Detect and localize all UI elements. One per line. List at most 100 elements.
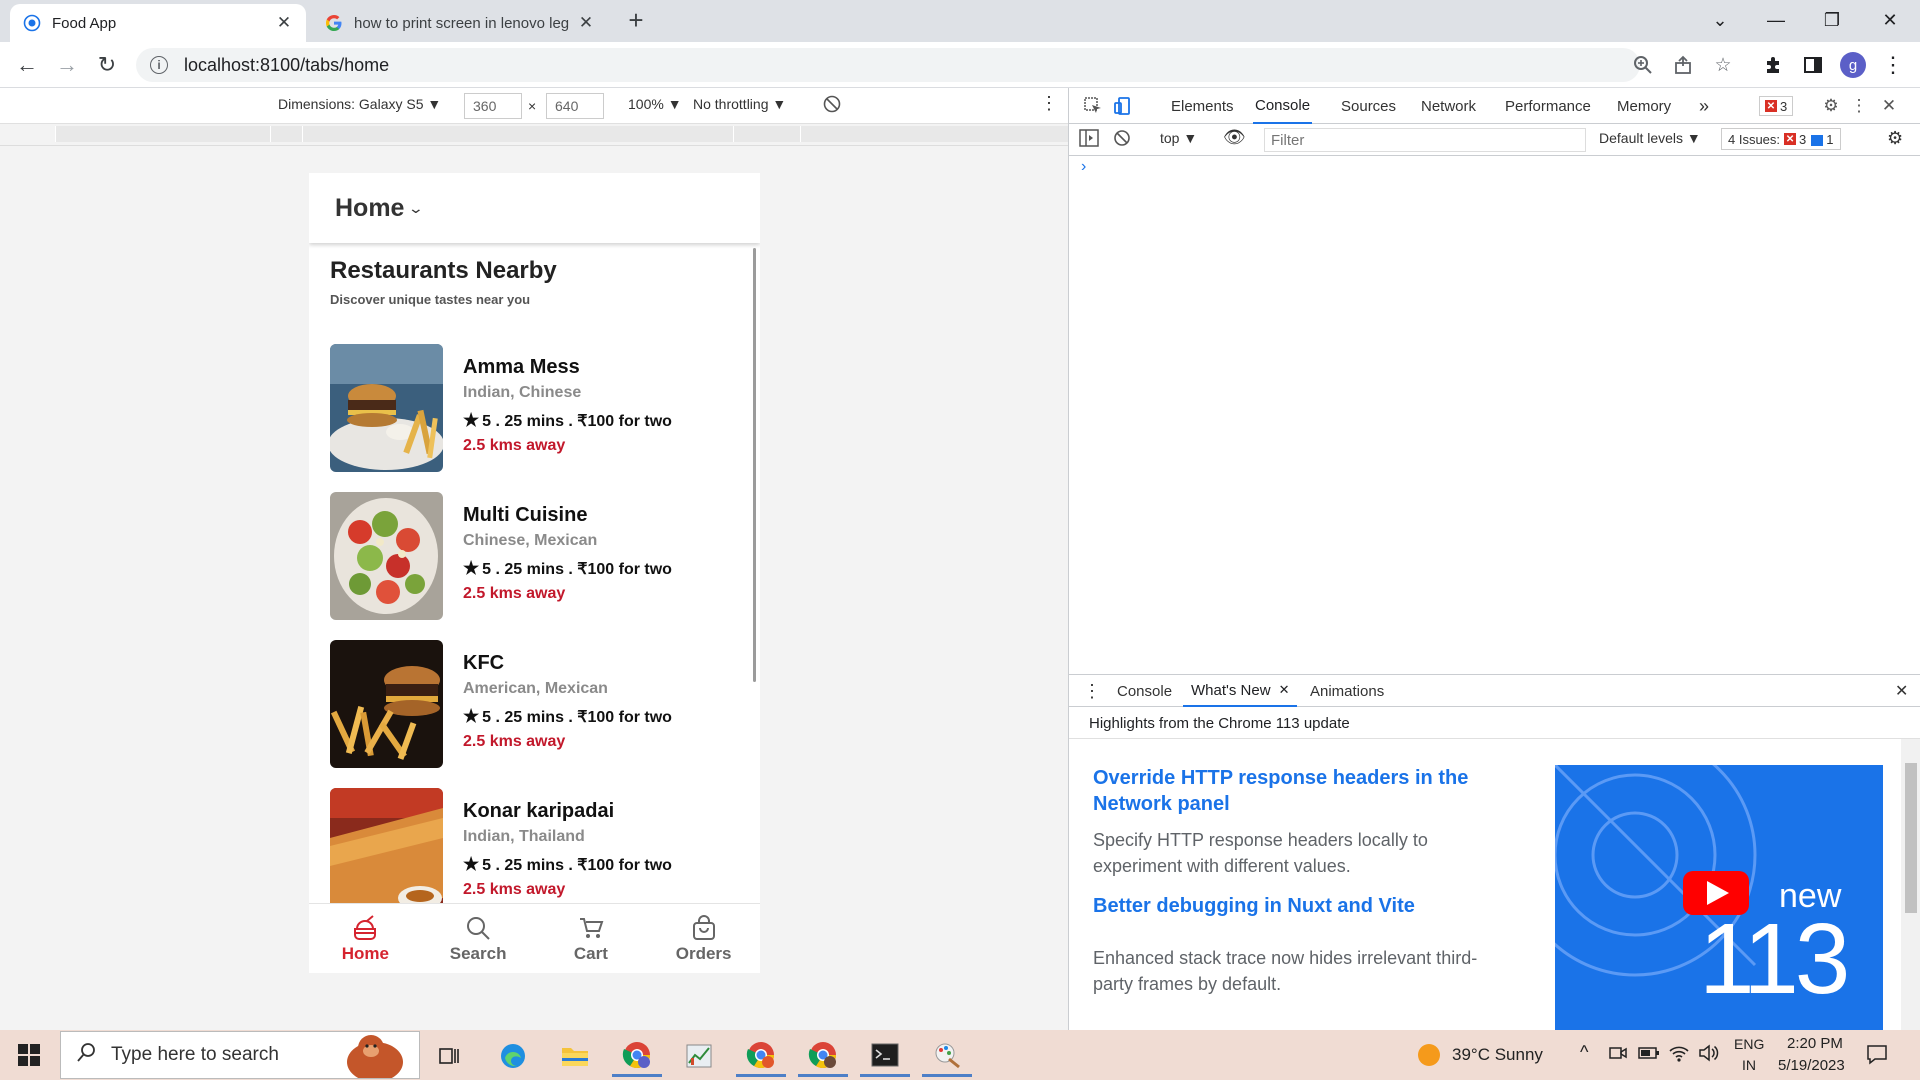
- devtools-tab-elements[interactable]: Elements: [1171, 88, 1234, 124]
- side-panel-icon[interactable]: [1796, 48, 1830, 82]
- close-devtools-icon[interactable]: ✕: [1877, 94, 1901, 118]
- rotate-icon[interactable]: [822, 94, 842, 117]
- clear-console-icon[interactable]: [1113, 129, 1131, 151]
- share-icon[interactable]: [1666, 48, 1700, 82]
- scrollbar[interactable]: [753, 248, 756, 682]
- devtools-tab-performance[interactable]: Performance: [1505, 88, 1591, 124]
- browser-toolbar: ← → ↻ i localhost:8100/tabs/home ☆ g ⋮: [0, 42, 1920, 88]
- sidebar-toggle-icon[interactable]: [1079, 129, 1099, 151]
- feature-link[interactable]: Better debugging in Nuxt and Vite: [1093, 893, 1513, 919]
- search-icon: [77, 1042, 97, 1068]
- taskbar-search-box[interactable]: Type here to search: [60, 1031, 420, 1082]
- issues-button[interactable]: 4 Issues: ✕ 3 1: [1721, 128, 1841, 150]
- throttling-select[interactable]: No throttling ▼: [693, 96, 786, 112]
- clock-time[interactable]: 2:20 PM: [1787, 1035, 1843, 1052]
- inspect-element-icon[interactable]: [1081, 94, 1105, 118]
- terminal-icon[interactable]: [860, 1035, 910, 1077]
- chrome-menu-icon[interactable]: ⋮: [1876, 48, 1910, 82]
- restaurant-list[interactable]: Restaurants Nearby Discover unique taste…: [309, 243, 760, 903]
- file-explorer-icon[interactable]: [550, 1035, 600, 1077]
- width-input[interactable]: [464, 93, 522, 119]
- restaurant-card[interactable]: Konar karipadai Indian, Thailand ★ 5 . 2…: [330, 788, 750, 903]
- console-prompt[interactable]: ›: [1081, 158, 1086, 176]
- devtools-tab-console[interactable]: Console: [1253, 88, 1313, 124]
- error-count-badge[interactable]: ✕ 3: [1759, 96, 1794, 116]
- battery-icon[interactable]: [1638, 1044, 1660, 1067]
- profile-avatar[interactable]: g: [1836, 48, 1870, 82]
- page-title[interactable]: Home: [335, 194, 404, 223]
- device-more-icon[interactable]: ⋮: [1040, 93, 1058, 114]
- show-hidden-icons-chevron-up-icon[interactable]: ^: [1580, 1042, 1588, 1063]
- notifications-icon[interactable]: [1866, 1043, 1888, 1070]
- edge-browser-icon[interactable]: [488, 1035, 538, 1077]
- volume-icon[interactable]: [1698, 1043, 1720, 1068]
- language-top[interactable]: ENG: [1734, 1036, 1764, 1052]
- device-toggle-icon[interactable]: [1111, 94, 1135, 118]
- devtools-tab-sources[interactable]: Sources: [1341, 88, 1396, 124]
- restaurant-distance: 2.5 kms away: [463, 733, 566, 750]
- clock-date[interactable]: 5/19/2023: [1778, 1057, 1845, 1074]
- height-input[interactable]: [546, 93, 604, 119]
- scrollbar[interactable]: [1901, 739, 1920, 1031]
- console-filter-input[interactable]: [1264, 128, 1586, 152]
- close-tab-icon[interactable]: ✕: [576, 13, 596, 33]
- device-select[interactable]: Dimensions: Galaxy S5 ▼: [278, 96, 441, 112]
- chart-app-icon[interactable]: [674, 1035, 724, 1077]
- console-settings-gear-icon[interactable]: ⚙: [1887, 128, 1903, 149]
- chevron-down-icon[interactable]: ⌄: [408, 200, 424, 217]
- windows-start-icon[interactable]: [18, 1044, 40, 1071]
- close-window-button[interactable]: ✕: [1862, 0, 1918, 40]
- chrome-profile-photo-icon[interactable]: [798, 1035, 848, 1077]
- context-select[interactable]: top ▼: [1160, 130, 1197, 146]
- new-tab-button[interactable]: +: [622, 5, 650, 35]
- bookmark-star-icon[interactable]: ☆: [1706, 48, 1740, 82]
- feature-link[interactable]: Override HTTP response headers in the Ne…: [1093, 765, 1513, 817]
- close-tab-icon[interactable]: ✕: [274, 13, 294, 33]
- site-info-icon[interactable]: i: [150, 56, 168, 74]
- tab-orders[interactable]: Orders: [647, 904, 760, 973]
- more-tabs-icon[interactable]: »: [1699, 88, 1709, 124]
- weather-text[interactable]: 39°C Sunny: [1452, 1045, 1543, 1065]
- whats-new-video-thumbnail[interactable]: new 113: [1555, 765, 1883, 1031]
- tab-search[interactable]: Search: [422, 904, 535, 973]
- tab-print-screen[interactable]: how to print screen in lenovo leg ✕: [312, 4, 608, 42]
- weather-sun-icon[interactable]: [1416, 1042, 1442, 1073]
- task-view-icon[interactable]: [424, 1035, 474, 1077]
- forward-button[interactable]: →: [50, 48, 84, 82]
- paint-app-icon[interactable]: [922, 1035, 972, 1077]
- restaurant-card[interactable]: Amma Mess Indian, Chinese ★ 5 . 25 mins …: [330, 344, 750, 472]
- close-tab-icon[interactable]: ✕: [1279, 682, 1290, 698]
- restaurant-card[interactable]: KFC American, Mexican ★ 5 . 25 mins . ₹1…: [330, 640, 750, 768]
- zoom-icon[interactable]: [1626, 48, 1660, 82]
- reload-button[interactable]: ↻: [90, 48, 124, 82]
- whats-new-content[interactable]: Override HTTP response headers in the Ne…: [1069, 739, 1901, 1031]
- tab-home[interactable]: Home: [309, 904, 422, 973]
- tab-search-icon[interactable]: ⌄: [1692, 0, 1748, 40]
- error-icon: ✕: [1784, 133, 1797, 145]
- devtools-tab-network[interactable]: Network: [1421, 88, 1476, 124]
- drawer-tab-animations[interactable]: Animations: [1310, 675, 1384, 707]
- drawer-tab-whats-new[interactable]: What's New ✕: [1183, 675, 1298, 707]
- meet-now-icon[interactable]: [1608, 1043, 1628, 1068]
- address-bar[interactable]: i localhost:8100/tabs/home: [136, 48, 1640, 82]
- live-expression-eye-icon[interactable]: 👁: [1223, 127, 1246, 148]
- settings-gear-icon[interactable]: ⚙: [1819, 94, 1843, 118]
- chrome-profile-red-icon[interactable]: [736, 1035, 786, 1077]
- devtools-menu-icon[interactable]: ⋮: [1847, 94, 1871, 118]
- wifi-icon[interactable]: [1668, 1043, 1690, 1068]
- drawer-menu-icon[interactable]: ⋮: [1083, 675, 1101, 707]
- tab-cart[interactable]: Cart: [535, 904, 648, 973]
- language-bottom[interactable]: IN: [1742, 1057, 1756, 1073]
- log-levels-select[interactable]: Default levels ▼: [1599, 130, 1701, 146]
- minimize-button[interactable]: —: [1748, 0, 1804, 40]
- extensions-icon[interactable]: [1756, 48, 1790, 82]
- back-button[interactable]: ←: [10, 48, 44, 82]
- restore-button[interactable]: ❐: [1804, 0, 1860, 40]
- drawer-tab-console[interactable]: Console: [1117, 675, 1172, 707]
- devtools-tab-memory[interactable]: Memory: [1617, 88, 1671, 124]
- tab-food-app[interactable]: Food App ✕: [10, 4, 306, 42]
- zoom-select[interactable]: 100% ▼: [628, 96, 682, 112]
- close-drawer-icon[interactable]: ✕: [1895, 675, 1908, 707]
- restaurant-card[interactable]: Multi Cuisine Chinese, Mexican ★ 5 . 25 …: [330, 492, 750, 620]
- chrome-profile-g-icon[interactable]: [612, 1035, 662, 1077]
